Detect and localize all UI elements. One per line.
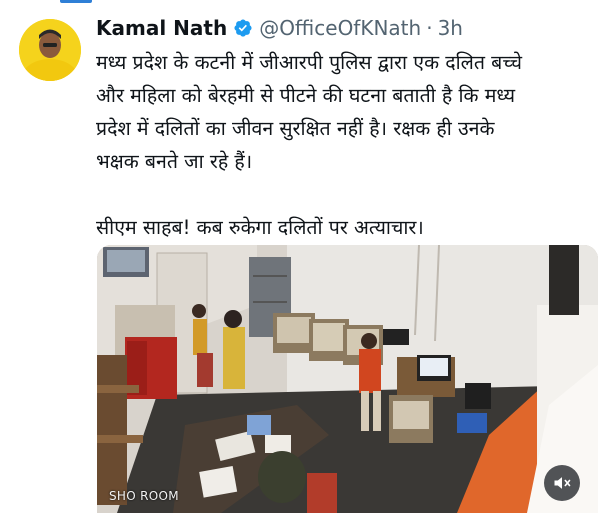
mute-button[interactable] bbox=[544, 465, 580, 501]
tweet-text-line: प्रदेश में दलितों का जीवन सुरक्षित नहीं … bbox=[96, 117, 495, 140]
tweet-text-line: भक्षक बनते जा रहे हैं। bbox=[96, 150, 253, 173]
speaker-muted-icon bbox=[554, 477, 571, 489]
tweet-text-line-2: सीएम साहब! कब रुकेगा दलितों पर अत्याचार। bbox=[96, 216, 424, 239]
camera-label: SHO ROOM bbox=[109, 489, 179, 503]
author-handle[interactable]: @OfficeOfKNath bbox=[259, 16, 421, 40]
tweet-timestamp[interactable]: 3h bbox=[438, 16, 463, 40]
tweet-text-line: और महिला को बेरहमी से पीटने की घटना बतात… bbox=[96, 84, 516, 107]
tweet-text: मध्य प्रदेश के कटनी में जीआरपी पुलिस द्व… bbox=[96, 46, 602, 244]
top-accent-strip bbox=[60, 0, 92, 3]
cctv-video-frame bbox=[97, 245, 598, 513]
avatar[interactable] bbox=[19, 19, 81, 81]
verified-badge-icon bbox=[234, 19, 252, 37]
author-name[interactable]: Kamal Nath bbox=[96, 16, 227, 40]
header-separator: · bbox=[426, 16, 433, 40]
tweet-header: Kamal Nath @OfficeOfKNath · 3h bbox=[96, 13, 463, 43]
tweet-text-line: मध्य प्रदेश के कटनी में जीआरपी पुलिस द्व… bbox=[96, 51, 523, 74]
tweet-video[interactable]: SHO ROOM bbox=[97, 245, 598, 513]
avatar-image bbox=[19, 19, 81, 81]
